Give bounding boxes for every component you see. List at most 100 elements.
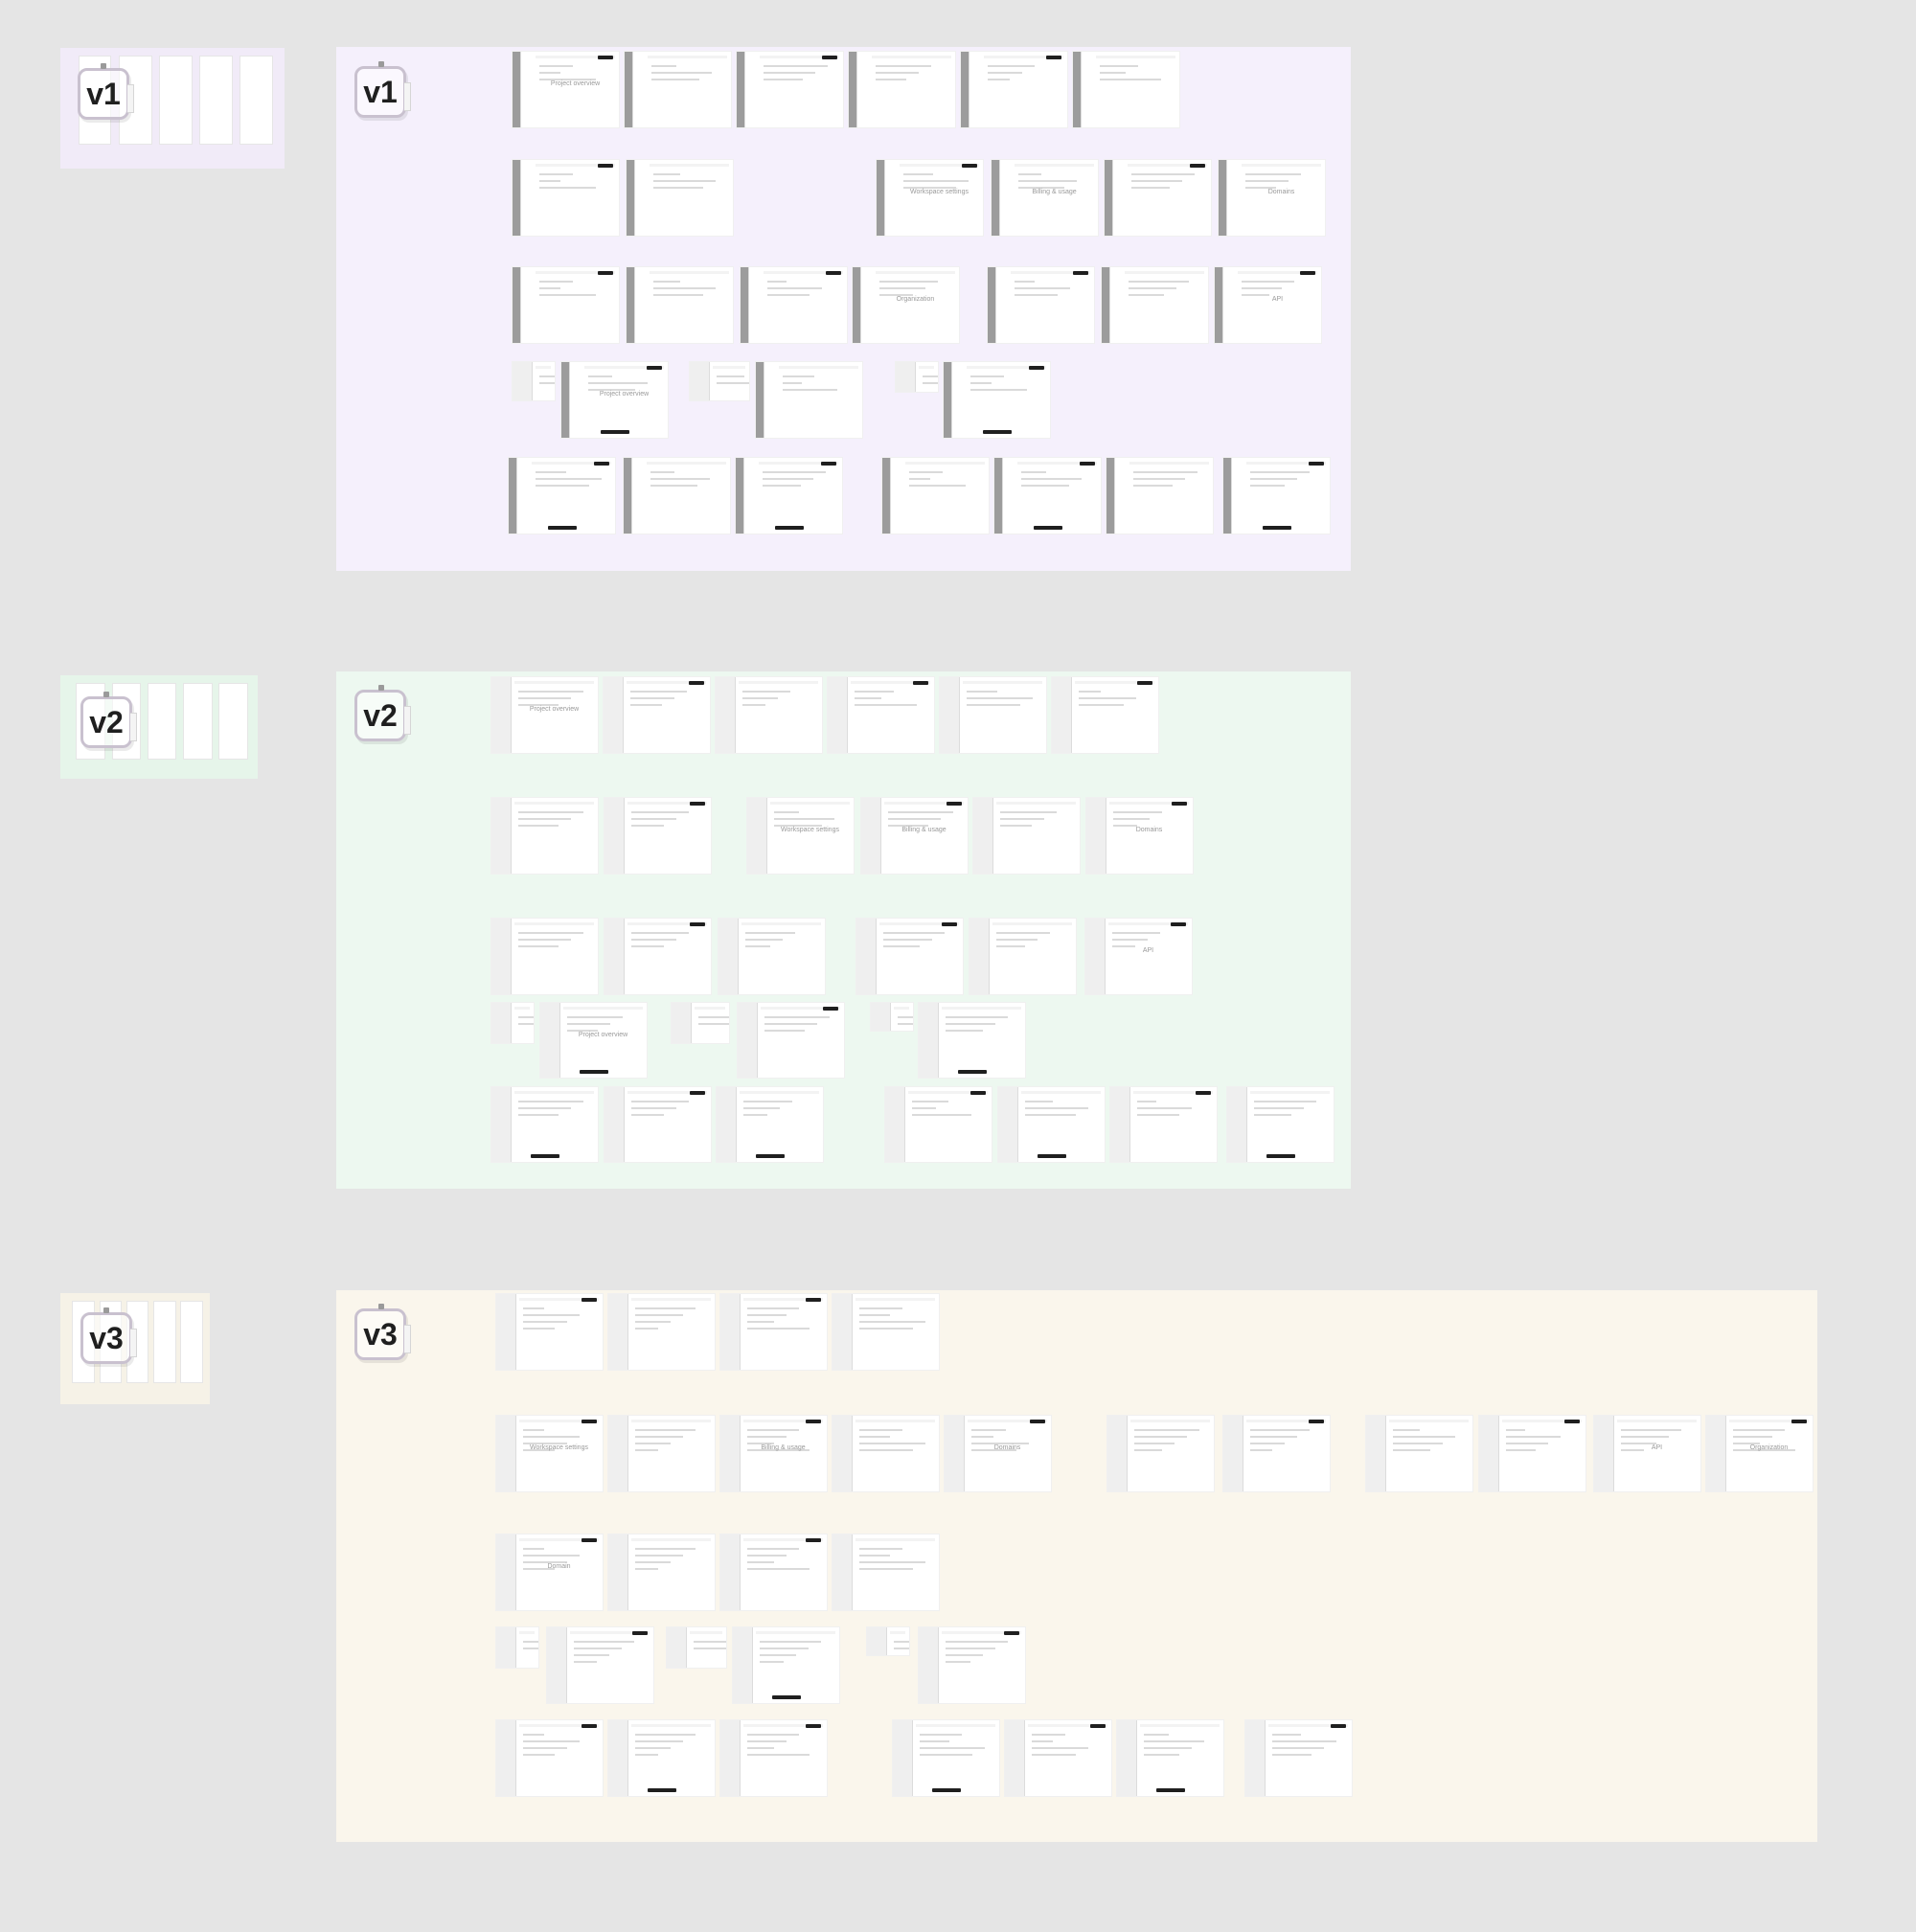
- screen-frame[interactable]: Billing & usage: [719, 1415, 828, 1492]
- screen-frame[interactable]: Project overview: [539, 1002, 648, 1079]
- screen-frame[interactable]: [607, 1534, 716, 1611]
- screen-frame[interactable]: [1478, 1415, 1586, 1492]
- screen-frame[interactable]: [866, 1626, 910, 1656]
- version-label[interactable]: v2: [354, 690, 411, 741]
- screen-frame[interactable]: [666, 1626, 727, 1669]
- screen-frame[interactable]: [943, 361, 1051, 439]
- screen-frame[interactable]: [718, 918, 826, 995]
- screen-frame[interactable]: [870, 1002, 914, 1032]
- primary-button[interactable]: [970, 1091, 986, 1095]
- submit-button[interactable]: [755, 1154, 785, 1158]
- screen-frame[interactable]: [884, 1086, 992, 1163]
- submit-button[interactable]: [647, 1788, 676, 1792]
- screen-frame[interactable]: [918, 1002, 1026, 1079]
- primary-button[interactable]: [632, 1631, 648, 1635]
- screen-frame[interactable]: [1222, 457, 1331, 534]
- primary-button[interactable]: [962, 164, 977, 168]
- screen-frame[interactable]: [832, 1534, 940, 1611]
- screen-frame[interactable]: [939, 676, 1047, 754]
- screen-frame[interactable]: [827, 676, 935, 754]
- screen-frame[interactable]: [1106, 457, 1214, 534]
- submit-button[interactable]: [1155, 1788, 1185, 1792]
- screen-frame[interactable]: [1104, 159, 1212, 237]
- screen-frame[interactable]: [604, 918, 712, 995]
- primary-button[interactable]: [1004, 1631, 1019, 1635]
- primary-button[interactable]: [582, 1420, 597, 1423]
- screen-frame[interactable]: [715, 676, 823, 754]
- submit-button[interactable]: [774, 526, 804, 530]
- primary-button[interactable]: [1791, 1420, 1807, 1423]
- primary-button[interactable]: [806, 1420, 821, 1423]
- screen-frame[interactable]: [671, 1002, 730, 1044]
- primary-button[interactable]: [826, 271, 841, 275]
- primary-button[interactable]: [1172, 802, 1187, 806]
- screen-frame[interactable]: [832, 1293, 940, 1371]
- screen-frame[interactable]: [719, 1534, 828, 1611]
- primary-button[interactable]: [690, 922, 705, 926]
- primary-button[interactable]: [821, 462, 836, 466]
- primary-button[interactable]: [690, 802, 705, 806]
- screen-frame[interactable]: [607, 1719, 716, 1797]
- screen-frame[interactable]: [732, 1626, 840, 1704]
- primary-button[interactable]: [1080, 462, 1095, 466]
- screen-frame[interactable]: Workspace settings: [876, 159, 984, 237]
- primary-button[interactable]: [1300, 271, 1315, 275]
- screen-frame[interactable]: [495, 1719, 604, 1797]
- screen-frame[interactable]: [1072, 51, 1180, 128]
- primary-button[interactable]: [1137, 681, 1152, 685]
- screen-frame[interactable]: [1051, 676, 1159, 754]
- screen-frame[interactable]: Domains: [1085, 797, 1194, 875]
- screen-frame[interactable]: [716, 1086, 824, 1163]
- screen-frame[interactable]: [1226, 1086, 1334, 1163]
- primary-button[interactable]: [947, 802, 962, 806]
- screen-frame[interactable]: [960, 51, 1068, 128]
- primary-button[interactable]: [1331, 1724, 1346, 1728]
- submit-button[interactable]: [579, 1070, 608, 1074]
- screen-frame[interactable]: [1109, 1086, 1218, 1163]
- screen-frame[interactable]: Workspace settings: [746, 797, 855, 875]
- version-label[interactable]: v3: [354, 1308, 411, 1360]
- primary-button[interactable]: [822, 56, 837, 59]
- screen-frame[interactable]: Billing & usage: [860, 797, 969, 875]
- screen-frame[interactable]: [997, 1086, 1106, 1163]
- screen-frame[interactable]: [623, 457, 731, 534]
- version-label[interactable]: v3: [80, 1312, 137, 1364]
- screen-frame[interactable]: Organization: [852, 266, 960, 344]
- screen-frame[interactable]: API: [1593, 1415, 1701, 1492]
- screen-frame[interactable]: [918, 1626, 1026, 1704]
- primary-button[interactable]: [582, 1724, 597, 1728]
- screen-frame[interactable]: [546, 1626, 654, 1704]
- version-label[interactable]: v1: [78, 68, 134, 120]
- screen-frame[interactable]: [1244, 1719, 1353, 1797]
- screen-frame[interactable]: [987, 266, 1095, 344]
- design-canvas[interactable]: v1 v1 Project overview Workspace settings Bi…: [0, 0, 1916, 1932]
- primary-button[interactable]: [1564, 1420, 1580, 1423]
- submit-button[interactable]: [530, 1154, 559, 1158]
- primary-button[interactable]: [689, 681, 704, 685]
- screen-frame[interactable]: [495, 1293, 604, 1371]
- submit-button[interactable]: [957, 1070, 987, 1074]
- submit-button[interactable]: [547, 526, 577, 530]
- screen-frame[interactable]: Domains: [944, 1415, 1052, 1492]
- screen-frame[interactable]: [490, 918, 599, 995]
- screen-frame[interactable]: Project overview: [512, 51, 620, 128]
- primary-button[interactable]: [1046, 56, 1061, 59]
- version-label[interactable]: v1: [354, 66, 411, 118]
- submit-button[interactable]: [1266, 1154, 1295, 1158]
- submit-button[interactable]: [1262, 526, 1291, 530]
- primary-button[interactable]: [1029, 366, 1044, 370]
- screen-frame[interactable]: [740, 266, 848, 344]
- screen-frame[interactable]: [603, 676, 711, 754]
- screen-frame[interactable]: [508, 457, 616, 534]
- screen-frame[interactable]: API: [1214, 266, 1322, 344]
- screen-frame[interactable]: Project overview: [560, 361, 669, 439]
- screen-frame[interactable]: [512, 266, 620, 344]
- screen-frame[interactable]: [848, 51, 956, 128]
- screen-frame[interactable]: API: [1084, 918, 1193, 995]
- primary-button[interactable]: [594, 462, 609, 466]
- screen-frame[interactable]: Domains: [1218, 159, 1326, 237]
- screen-frame[interactable]: [689, 361, 750, 401]
- screen-frame[interactable]: [972, 797, 1081, 875]
- screen-frame[interactable]: [736, 51, 844, 128]
- primary-button[interactable]: [582, 1298, 597, 1302]
